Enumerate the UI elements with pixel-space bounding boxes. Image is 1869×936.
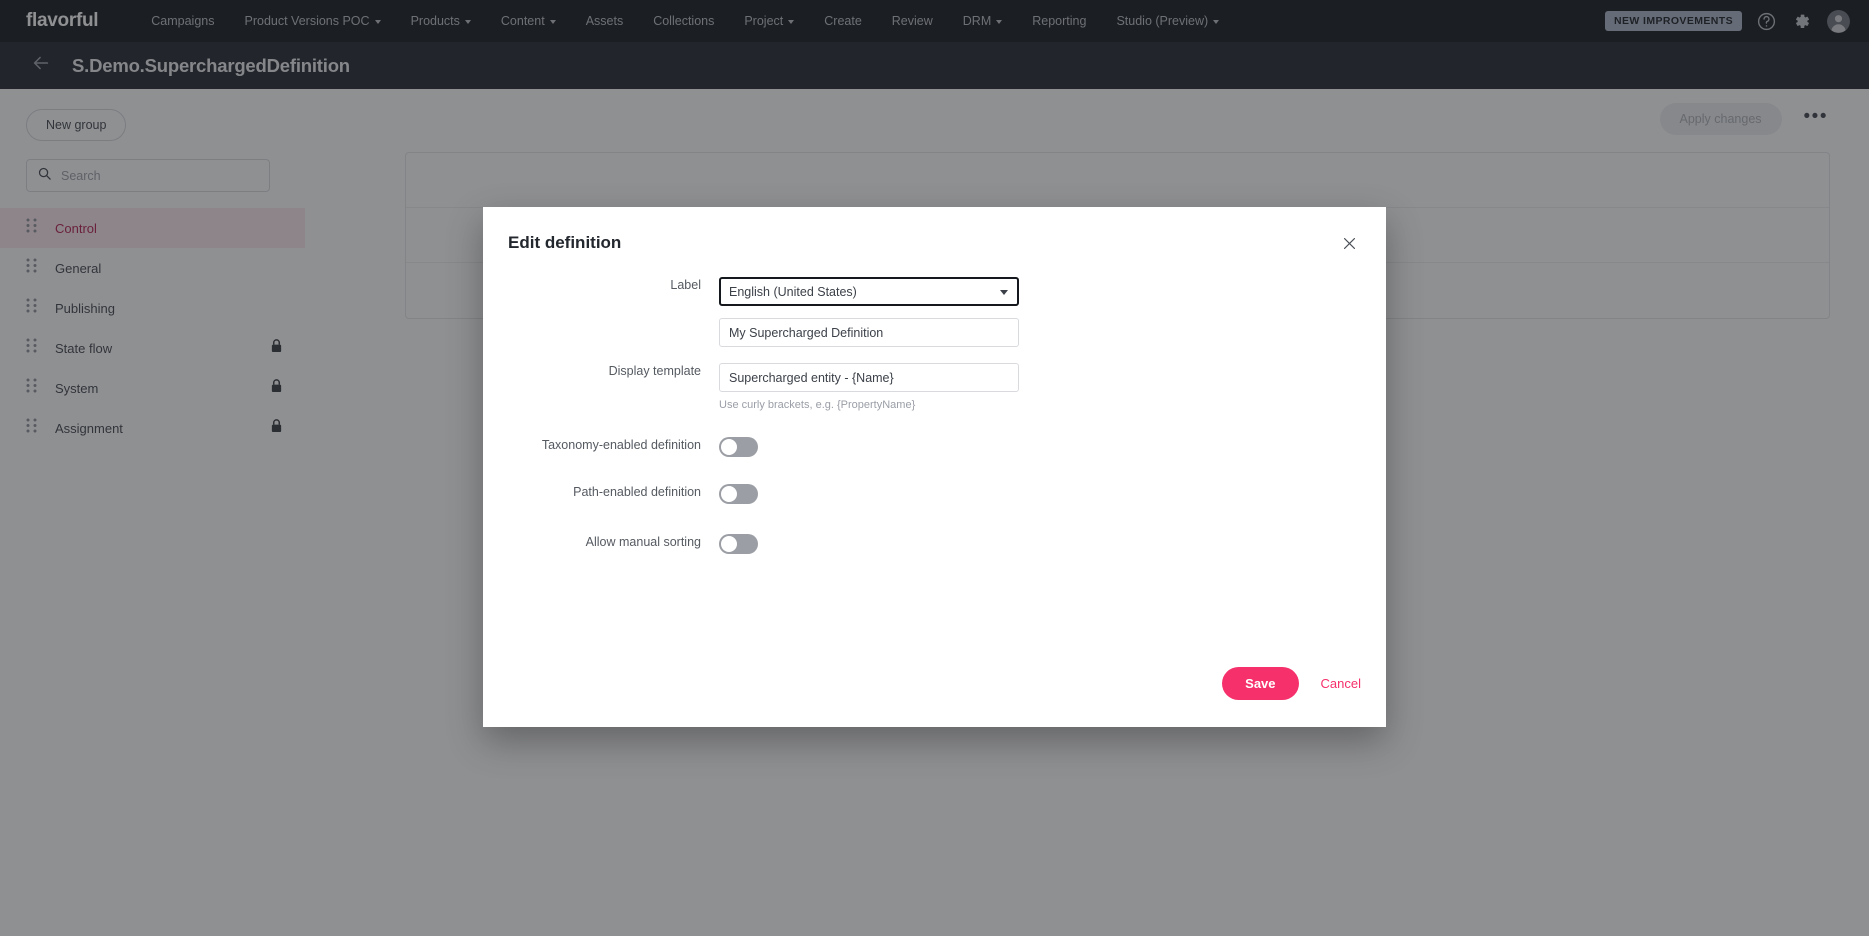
toggle-taxonomy-enabled-definition[interactable]: [719, 437, 758, 457]
cancel-button[interactable]: Cancel: [1321, 676, 1361, 691]
display-template-label: Display template: [608, 364, 701, 378]
label-field-label: Label: [670, 278, 701, 292]
toggle-knob: [721, 439, 737, 455]
display-template-input[interactable]: [719, 363, 1019, 392]
modal-actions: Save Cancel: [1222, 667, 1361, 700]
language-select[interactable]: English (United States): [719, 277, 1019, 306]
toggle-allow-manual-sorting[interactable]: [719, 534, 758, 554]
save-button[interactable]: Save: [1222, 667, 1299, 700]
toggle-label-taxonomy-enabled-definition: Taxonomy-enabled definition: [541, 438, 701, 452]
modal-title: Edit definition: [508, 233, 622, 252]
toggle-rows: Taxonomy-enabled definition Path-enabled …: [483, 437, 1386, 559]
toggle-path-enabled-definition[interactable]: [719, 484, 758, 504]
toggle-knob: [721, 486, 737, 502]
edit-definition-form: Label English (United States) Display te…: [483, 277, 1386, 584]
language-select-wrapper: English (United States): [719, 277, 1019, 306]
definition-name-input[interactable]: [719, 318, 1019, 347]
toggle-label-allow-manual-sorting: Allow manual sorting: [585, 535, 701, 549]
app-root: flavorful CampaignsProduct Versions POCP…: [0, 0, 1869, 936]
toggle-label-path-enabled-definition: Path-enabled definition: [573, 485, 701, 499]
close-icon[interactable]: [1336, 230, 1362, 256]
toggle-knob: [721, 536, 737, 552]
edit-definition-modal: Edit definition Label English (United St…: [483, 207, 1386, 727]
display-template-hint: Use curly brackets, e.g. {PropertyName}: [719, 399, 916, 411]
